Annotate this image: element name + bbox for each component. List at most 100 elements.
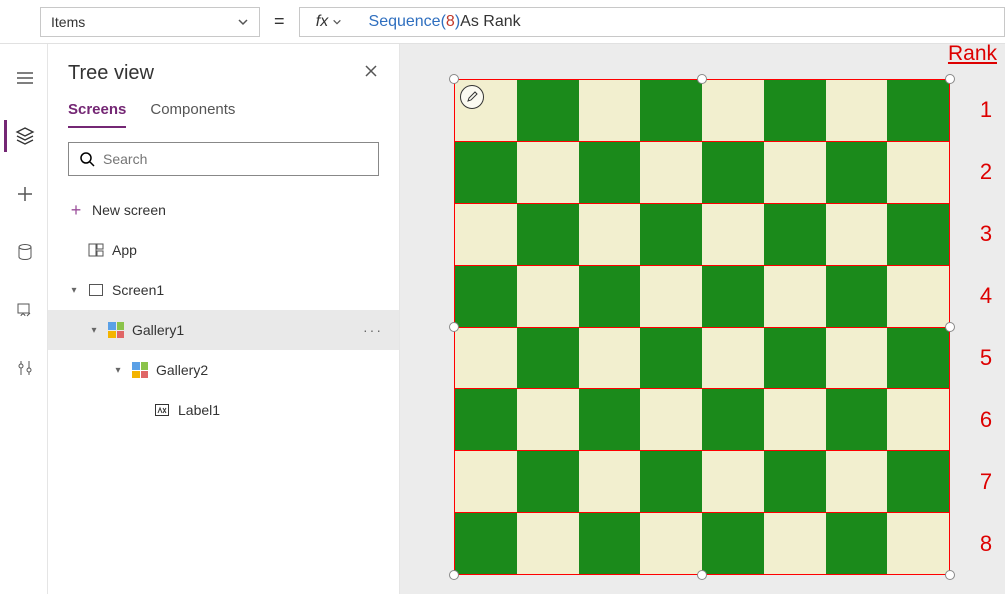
new-screen-button[interactable]: + New screen	[48, 190, 399, 230]
board-cell[interactable]	[887, 513, 949, 574]
board-cell[interactable]	[579, 80, 641, 141]
selection-handle[interactable]	[945, 322, 955, 332]
board-cell[interactable]	[764, 513, 826, 574]
close-button[interactable]	[363, 63, 379, 84]
board-cell[interactable]	[702, 513, 764, 574]
board-cell[interactable]	[826, 204, 888, 265]
chevron-down-icon[interactable]: ▾	[88, 325, 100, 336]
rank-row[interactable]	[454, 451, 950, 513]
board-cell[interactable]	[579, 451, 641, 512]
board-cell[interactable]	[455, 142, 517, 203]
board-cell[interactable]	[764, 204, 826, 265]
board-cell[interactable]	[764, 389, 826, 450]
selection-handle[interactable]	[945, 570, 955, 580]
tab-screens[interactable]: Screens	[68, 101, 126, 128]
board-cell[interactable]	[764, 451, 826, 512]
board-cell[interactable]	[640, 142, 702, 203]
board-cell[interactable]	[826, 451, 888, 512]
board-cell[interactable]	[640, 204, 702, 265]
board-cell[interactable]	[517, 451, 579, 512]
board-cell[interactable]	[455, 328, 517, 389]
data-button[interactable]	[4, 236, 44, 268]
board-cell[interactable]	[826, 266, 888, 327]
selection-handle[interactable]	[697, 570, 707, 580]
board-cell[interactable]	[702, 328, 764, 389]
board-cell[interactable]	[640, 328, 702, 389]
edit-template-button[interactable]	[460, 85, 484, 109]
hamburger-button[interactable]	[4, 62, 44, 94]
board-cell[interactable]	[640, 451, 702, 512]
formula-input[interactable]: Sequence(8) As Rank	[359, 7, 1005, 37]
board-cell[interactable]	[887, 204, 949, 265]
fx-button[interactable]: fx	[299, 7, 359, 37]
board-cell[interactable]	[887, 142, 949, 203]
search-box[interactable]	[68, 142, 379, 176]
board-cell[interactable]	[887, 80, 949, 141]
tab-components[interactable]: Components	[150, 101, 235, 128]
board-cell[interactable]	[887, 328, 949, 389]
board-cell[interactable]	[455, 204, 517, 265]
property-dropdown[interactable]: Items	[40, 7, 260, 37]
tree-item-screen1[interactable]: ▾ Screen1	[48, 270, 399, 310]
selection-handle[interactable]	[449, 570, 459, 580]
board-cell[interactable]	[579, 204, 641, 265]
rank-row[interactable]	[454, 513, 950, 575]
insert-button[interactable]	[4, 178, 44, 210]
rank-row[interactable]	[454, 79, 950, 142]
board-cell[interactable]	[517, 513, 579, 574]
board-cell[interactable]	[764, 266, 826, 327]
board-cell[interactable]	[764, 80, 826, 141]
board-cell[interactable]	[517, 142, 579, 203]
media-button[interactable]	[4, 294, 44, 326]
board-cell[interactable]	[887, 389, 949, 450]
rank-row[interactable]	[454, 142, 950, 204]
rank-row[interactable]	[454, 328, 950, 390]
board-cell[interactable]	[455, 389, 517, 450]
tools-button[interactable]	[4, 352, 44, 384]
board-cell[interactable]	[702, 389, 764, 450]
board-cell[interactable]	[826, 513, 888, 574]
board-cell[interactable]	[517, 266, 579, 327]
rank-row[interactable]	[454, 266, 950, 328]
board-cell[interactable]	[702, 266, 764, 327]
selection-handle[interactable]	[449, 74, 459, 84]
board-cell[interactable]	[455, 513, 517, 574]
more-button[interactable]: ···	[363, 322, 383, 338]
board-cell[interactable]	[826, 328, 888, 389]
board-cell[interactable]	[455, 451, 517, 512]
board-cell[interactable]	[579, 266, 641, 327]
board-cell[interactable]	[826, 80, 888, 141]
board-cell[interactable]	[579, 142, 641, 203]
board-cell[interactable]	[579, 389, 641, 450]
selection-handle[interactable]	[945, 74, 955, 84]
tree-item-label1[interactable]: Label1	[48, 390, 399, 430]
search-input[interactable]	[103, 151, 368, 167]
tree-item-gallery2[interactable]: ▾ Gallery2	[48, 350, 399, 390]
rank-row[interactable]	[454, 204, 950, 266]
tree-item-app[interactable]: App	[48, 230, 399, 270]
gallery-selection[interactable]: 12345678	[454, 79, 950, 575]
board-cell[interactable]	[517, 80, 579, 141]
board-cell[interactable]	[579, 513, 641, 574]
chevron-down-icon[interactable]: ▾	[112, 365, 124, 376]
selection-handle[interactable]	[697, 74, 707, 84]
board-cell[interactable]	[455, 266, 517, 327]
board-cell[interactable]	[640, 80, 702, 141]
board-cell[interactable]	[702, 204, 764, 265]
board-cell[interactable]	[764, 142, 826, 203]
chevron-down-icon[interactable]: ▾	[68, 285, 80, 296]
board-cell[interactable]	[517, 389, 579, 450]
board-cell[interactable]	[579, 328, 641, 389]
board-cell[interactable]	[826, 389, 888, 450]
tree-item-gallery1[interactable]: ▾ Gallery1 ···	[48, 310, 399, 350]
selection-handle[interactable]	[449, 322, 459, 332]
board-cell[interactable]	[640, 266, 702, 327]
board-cell[interactable]	[702, 80, 764, 141]
board-cell[interactable]	[887, 266, 949, 327]
board-cell[interactable]	[826, 142, 888, 203]
board-cell[interactable]	[640, 389, 702, 450]
board-cell[interactable]	[640, 513, 702, 574]
board-cell[interactable]	[517, 328, 579, 389]
tree-view-button[interactable]	[4, 120, 44, 152]
board-cell[interactable]	[887, 451, 949, 512]
